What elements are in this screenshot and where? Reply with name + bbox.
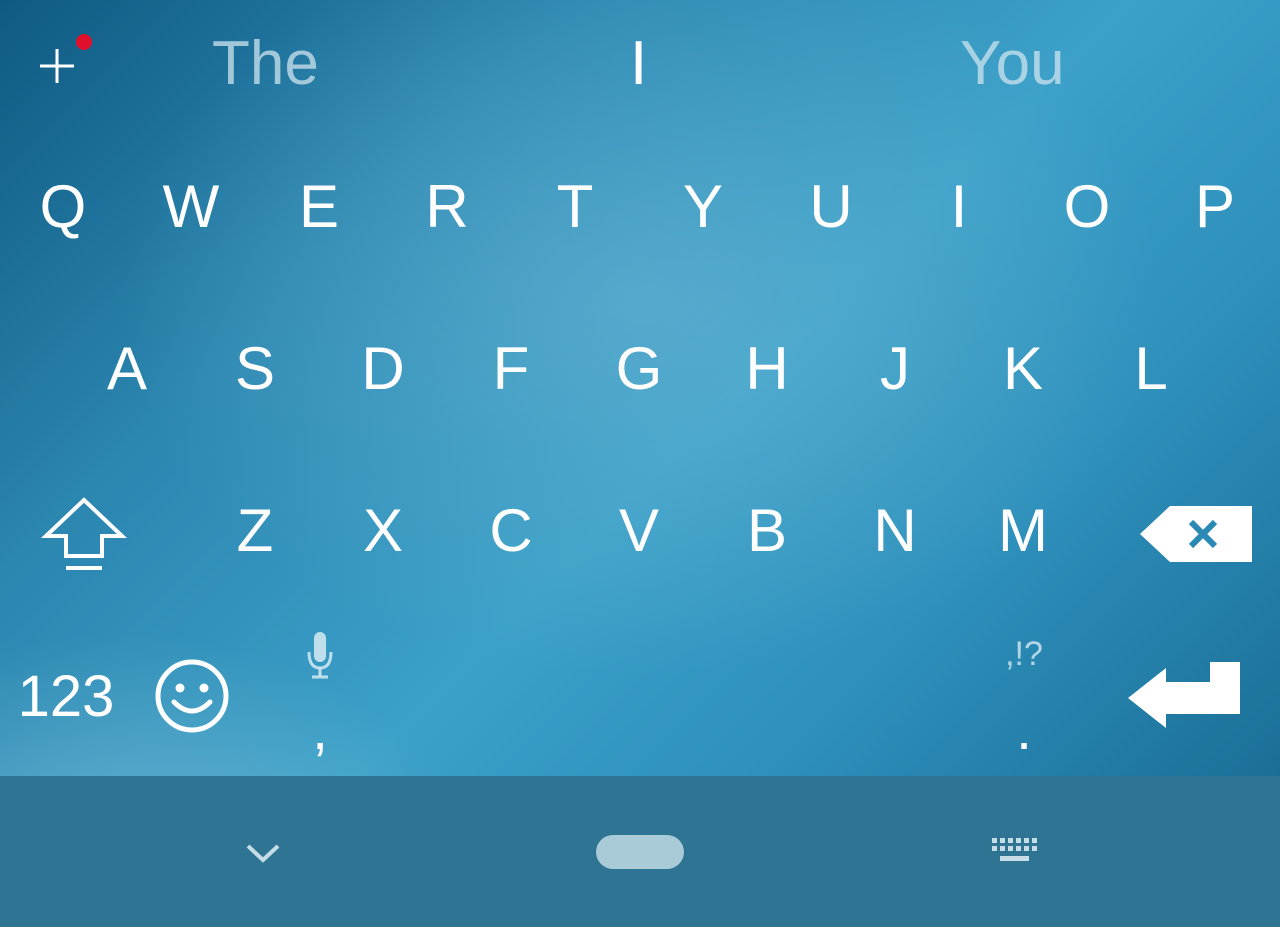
punctuation-hint: ,!? [1005,635,1043,673]
navigation-bar [0,776,1280,927]
key-q[interactable]: Q [18,172,108,242]
emoji-key[interactable] [152,656,232,736]
enter-key[interactable] [1126,660,1244,732]
key-b[interactable]: B [722,496,812,566]
key-u[interactable]: U [786,172,876,242]
enter-icon [1128,662,1240,728]
numbers-key[interactable]: 123 [14,664,118,730]
key-d[interactable]: D [338,334,428,404]
key-x[interactable]: X [338,496,428,566]
key-c[interactable]: C [466,496,556,566]
key-w[interactable]: W [146,172,236,242]
key-s[interactable]: S [210,334,300,404]
key-z[interactable]: Z [210,496,300,566]
switch-keyboard-button[interactable] [990,836,1044,868]
chevron-down-icon [246,844,280,863]
backspace-key[interactable] [1138,504,1254,564]
keyboard-icon [992,838,1037,861]
key-i[interactable]: I [914,172,1004,242]
key-k[interactable]: K [978,334,1068,404]
suggestion-1[interactable]: The [212,28,319,100]
key-v[interactable]: V [594,496,684,566]
period-label: . [1016,698,1032,761]
key-o[interactable]: O [1042,172,1132,242]
comma-label: , [312,698,328,761]
home-button[interactable] [596,835,684,869]
shift-icon [40,497,128,570]
key-a[interactable]: A [82,334,172,404]
key-n[interactable]: N [850,496,940,566]
key-h[interactable]: H [722,334,812,404]
key-l[interactable]: L [1106,334,1196,404]
key-p[interactable]: P [1170,172,1260,242]
key-e[interactable]: E [274,172,364,242]
suggestion-3[interactable]: You [960,28,1065,100]
hide-keyboard-button[interactable] [240,834,286,870]
period-key[interactable]: ,!? . [994,630,1054,760]
notification-dot [76,34,92,50]
smiley-icon [155,659,229,733]
key-g[interactable]: G [594,334,684,404]
suggestion-2[interactable]: I [630,28,647,100]
space-bar[interactable] [360,640,980,760]
comma-key[interactable]: , [300,628,340,761]
keyboard: The I You Q W E R T Y U I O P A S D F G … [0,0,1280,776]
key-t[interactable]: T [530,172,620,242]
key-y[interactable]: Y [658,172,748,242]
key-m[interactable]: M [978,496,1068,566]
key-j[interactable]: J [850,334,940,404]
backspace-icon [1140,506,1252,562]
key-f[interactable]: F [466,334,556,404]
microphone-icon [307,632,333,679]
key-r[interactable]: R [402,172,492,242]
shift-key[interactable] [40,494,130,574]
